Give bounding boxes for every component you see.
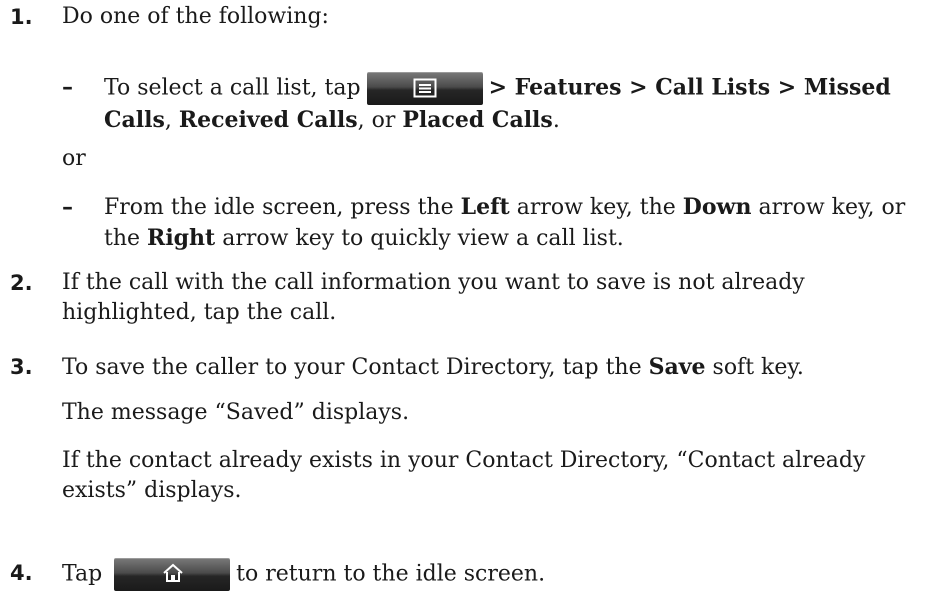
right-key-bold: Right <box>147 225 216 251</box>
bullet-dash: – <box>62 74 73 100</box>
bullet-text-part: From the idle screen, press the <box>104 195 461 220</box>
left-key-bold: Left <box>460 194 510 220</box>
step-text: If the call with the call information yo… <box>62 270 805 325</box>
step-text-part: To save the caller to your Contact Direc… <box>62 355 649 380</box>
home-button[interactable] <box>114 558 231 591</box>
menu-button[interactable] <box>366 72 483 105</box>
step-number: 2. <box>10 271 33 295</box>
bullet-text: From the idle screen, press the Left arr… <box>104 192 922 254</box>
bullet-text-part: , or <box>357 108 403 133</box>
menu-icon <box>413 78 437 98</box>
step-text: Do one of the following: <box>62 4 329 29</box>
bullet-text-part: arrow key to quickly view a call list. <box>215 226 624 251</box>
bullet-text-part: To select a call list, tap <box>104 75 361 101</box>
down-key-bold: Down <box>682 194 752 220</box>
or-separator: or <box>62 146 86 171</box>
bullet-text-part: , <box>164 108 179 133</box>
step-text: Tap to return to the idle screen. <box>62 558 922 591</box>
bullet-dash: – <box>62 194 73 220</box>
step-text-part: to return to the idle screen. <box>236 561 546 587</box>
placed-calls-bold: Placed Calls <box>402 107 553 133</box>
bullet-text-part: . <box>552 108 560 133</box>
home-icon <box>163 563 183 582</box>
step-text-part: soft key. <box>705 355 804 380</box>
step-number: 1. <box>10 5 33 29</box>
save-key-bold: Save <box>648 354 706 380</box>
saved-message-note: The message “Saved” displays. <box>62 400 410 425</box>
step-text: To save the caller to your Contact Direc… <box>62 352 922 383</box>
step-number: 4. <box>10 561 33 585</box>
step-text-part: Tap <box>62 561 103 587</box>
bullet-text-part: arrow key, the <box>509 195 683 220</box>
bullet-text: To select a call list, tap > Features > C… <box>104 72 922 136</box>
contact-exists-note: If the contact already exists in your Co… <box>62 448 866 503</box>
received-calls-bold: Received Calls <box>178 107 358 133</box>
step-number: 3. <box>10 355 33 379</box>
